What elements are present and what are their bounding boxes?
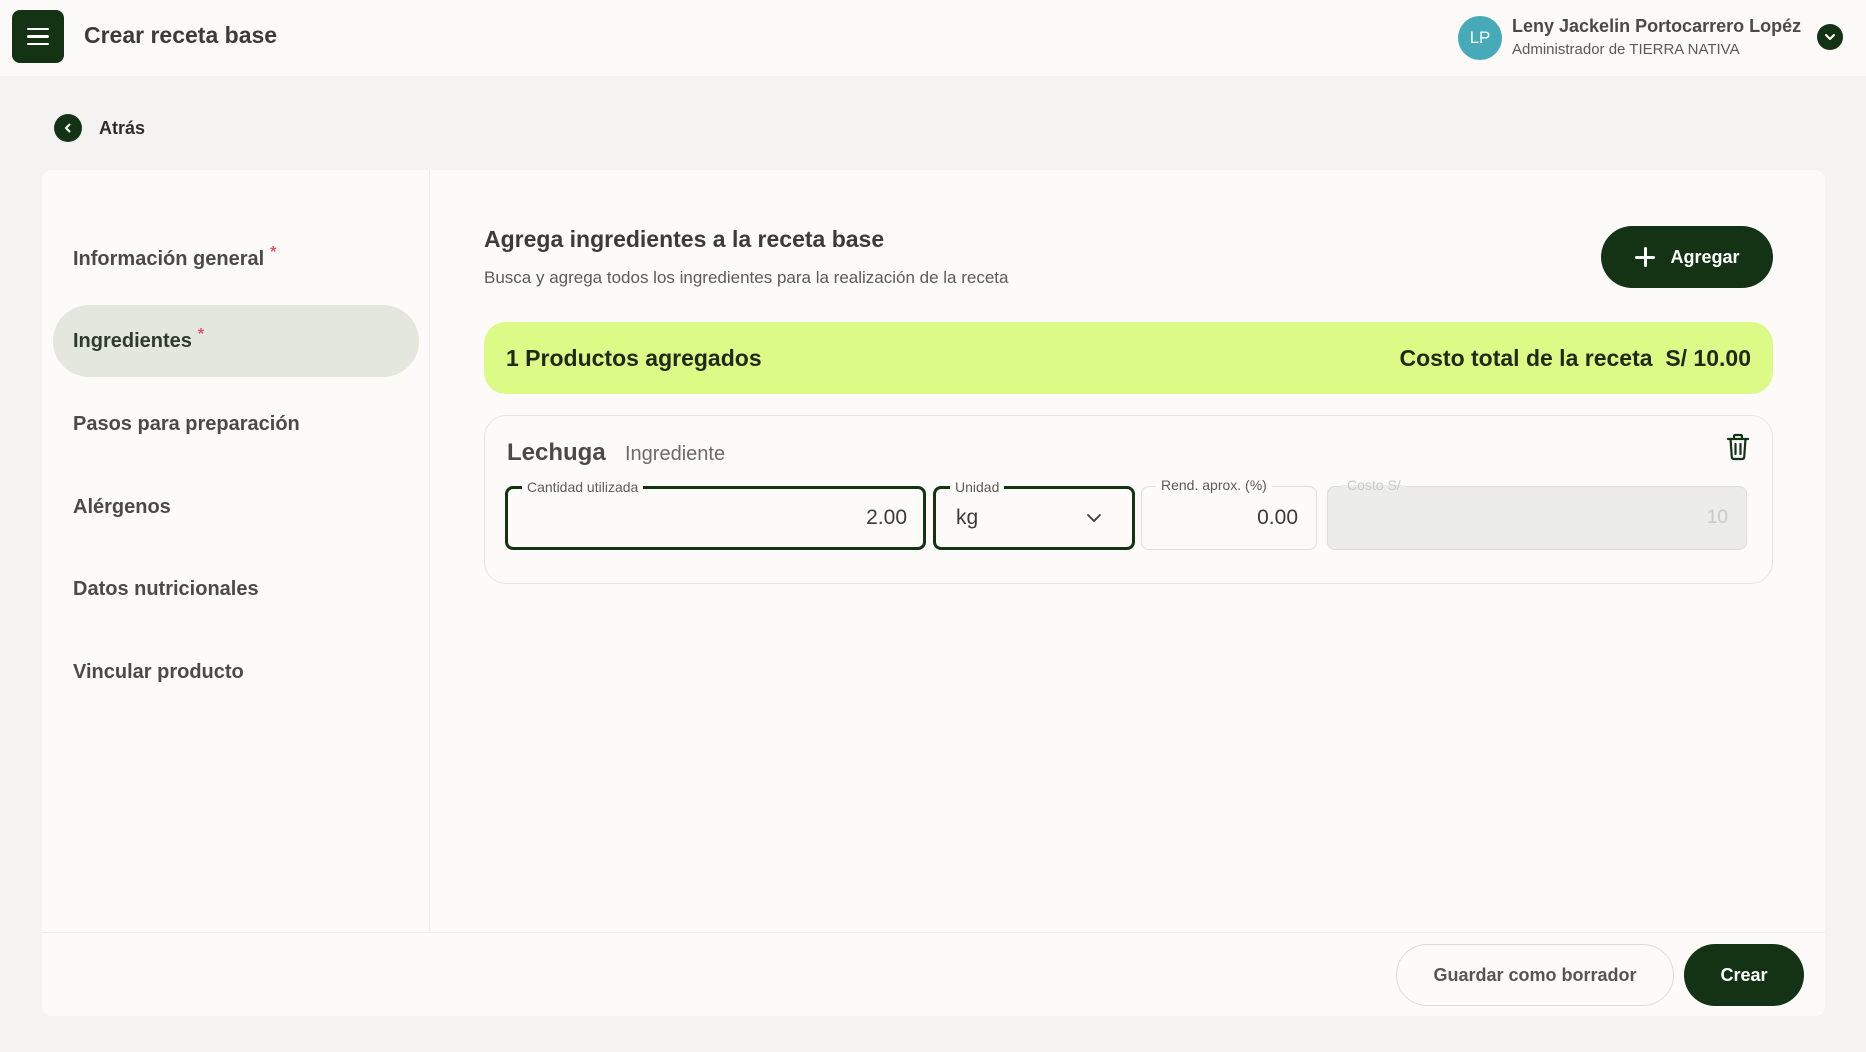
delete-ingredient-button[interactable] xyxy=(1724,432,1752,462)
unit-select[interactable]: Unidad kg xyxy=(933,479,1135,550)
ingredient-name: Lechuga xyxy=(507,439,606,466)
total-cost-label: Costo total de la receta xyxy=(1399,344,1653,371)
page-title: Crear receta base xyxy=(84,22,278,48)
sidebar-item-datos-nutricionales[interactable]: Datos nutricionales xyxy=(53,553,419,625)
ingredients-summary-bar: 1 Productos agregados Costo total de la … xyxy=(484,322,1773,394)
back-label: Atrás xyxy=(99,117,146,138)
steps-sidebar: Información general * Ingredientes * Pas… xyxy=(42,170,430,932)
total-cost-value: S/ 10.00 xyxy=(1665,344,1751,371)
add-button-label: Agregar xyxy=(1670,246,1740,267)
sidebar-item-ingredientes[interactable]: Ingredientes * xyxy=(53,305,419,377)
unit-value: kg xyxy=(956,506,979,529)
recipe-total-cost: Costo total de la receta S/ 10.00 xyxy=(1399,345,1751,372)
sidebar-item-vincular-producto[interactable]: Vincular producto xyxy=(53,636,419,708)
sidebar-item-alergenos[interactable]: Alérgenos xyxy=(53,471,419,543)
user-role: Administrador de TIERRA NATIVA xyxy=(1512,41,1740,58)
ingredient-type: Ingrediente xyxy=(625,443,726,465)
user-name: Leny Jackelin Portocarrero Lopéz xyxy=(1512,16,1802,36)
sidebar-item-label: Vincular producto xyxy=(73,660,244,683)
avatar[interactable]: LP xyxy=(1458,16,1502,60)
menu-button[interactable] xyxy=(12,10,64,63)
sidebar-item-label: Ingredientes xyxy=(73,329,192,352)
sidebar-item-label: Pasos para preparación xyxy=(73,412,300,435)
create-button[interactable]: Crear xyxy=(1684,944,1804,1006)
quantity-value: 2.00 xyxy=(866,506,907,529)
yield-field[interactable]: Rend. aprox. (%) 0.00 xyxy=(1141,477,1317,550)
yield-value: 0.00 xyxy=(1257,506,1298,529)
chevron-down-icon xyxy=(1087,514,1101,522)
chevron-left-icon xyxy=(54,114,82,142)
save-draft-button[interactable]: Guardar como borrador xyxy=(1396,944,1674,1006)
section-title: Agrega ingredientes a la receta base xyxy=(484,226,885,252)
cost-label: Costo S/ xyxy=(1342,477,1406,493)
products-count: 1 Productos agregados xyxy=(506,344,762,371)
sidebar-item-label: Datos nutricionales xyxy=(73,577,259,600)
back-button[interactable]: Atrás xyxy=(54,114,145,142)
form-footer: Guardar como borrador Crear xyxy=(42,932,1825,1016)
cost-value: 10 xyxy=(1706,507,1728,528)
sidebar-item-pasos[interactable]: Pasos para preparación xyxy=(53,388,419,460)
sidebar-item-label: Información general xyxy=(73,247,265,270)
section-subtitle: Busca y agrega todos los ingredientes pa… xyxy=(484,268,1009,287)
required-marker: * xyxy=(270,244,277,261)
plus-icon xyxy=(1634,246,1656,268)
top-bar: Crear receta base LP Leny Jackelin Porto… xyxy=(0,0,1866,76)
quantity-label: Cantidad utilizada xyxy=(522,479,644,495)
required-marker: * xyxy=(197,326,205,343)
user-menu-button[interactable] xyxy=(1817,24,1843,50)
cost-field: Costo S/ 10 xyxy=(1327,477,1747,550)
add-ingredient-button[interactable]: Agregar xyxy=(1601,226,1773,288)
hamburger-icon xyxy=(27,27,49,46)
ingredient-card: Lechuga Ingrediente Cantidad utilizada 2… xyxy=(484,415,1773,584)
sidebar-item-informacion-general[interactable]: Información general * xyxy=(53,223,419,295)
recipe-form-card: Información general * Ingredientes * Pas… xyxy=(42,170,1825,1016)
trash-icon xyxy=(1726,433,1750,461)
sidebar-item-label: Alérgenos xyxy=(73,495,171,518)
quantity-field[interactable]: Cantidad utilizada 2.00 xyxy=(505,479,926,550)
chevron-down-icon xyxy=(1825,34,1835,40)
yield-label: Rend. aprox. (%) xyxy=(1156,477,1272,493)
